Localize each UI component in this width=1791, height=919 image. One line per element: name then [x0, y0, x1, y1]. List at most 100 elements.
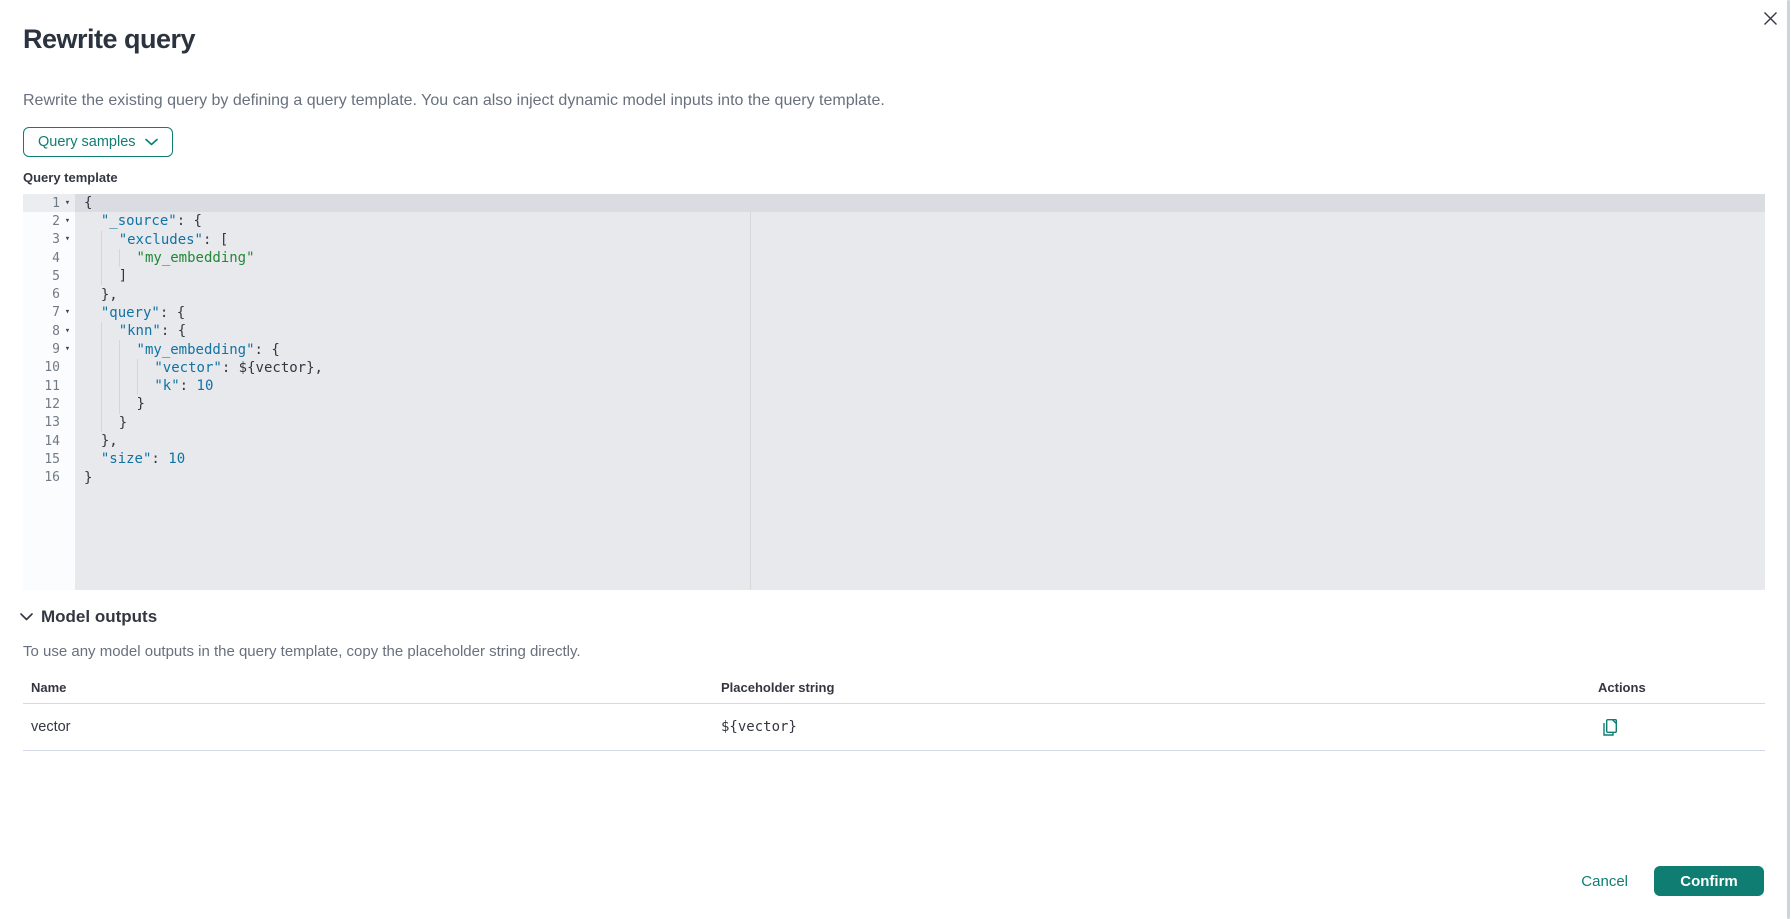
accordion-chevron-down-icon: [20, 613, 33, 621]
code-token: ]: [119, 268, 127, 284]
indent-space: [84, 377, 101, 395]
code-line: 3▾"excludes": [: [23, 231, 1765, 249]
code-token: :: [180, 378, 197, 394]
indent-guide: [101, 267, 119, 285]
line-number: 14: [44, 434, 60, 449]
chevron-down-icon: [145, 138, 158, 146]
table-rows: vector${vector}: [23, 704, 1765, 751]
code-token: :: [151, 451, 168, 467]
cancel-button[interactable]: Cancel: [1581, 873, 1628, 890]
line-number: 15: [44, 452, 60, 467]
code-token: "excludes": [119, 232, 203, 248]
indent-guide: [137, 377, 155, 395]
indent-space: [84, 267, 101, 285]
code-line: 15 "size": 10: [23, 450, 1765, 468]
code-token: "_source": [101, 213, 177, 229]
code-line-content: "my_embedding": {: [75, 340, 1765, 358]
code-token: : {: [177, 213, 202, 229]
line-number: 16: [44, 470, 60, 485]
line-number: 2: [52, 214, 60, 229]
code-token: "query": [101, 305, 160, 321]
code-line: 2▾"_source": {: [23, 212, 1765, 230]
indent-guide: [101, 414, 119, 432]
fold-toggle-icon[interactable]: ▾: [60, 217, 75, 226]
model-output-name: vector: [23, 719, 713, 735]
indent-space: [84, 432, 101, 450]
code-token: 10: [168, 451, 185, 467]
indent-guide: [101, 231, 119, 249]
fold-toggle-icon[interactable]: ▾: [60, 308, 75, 317]
code-line-content: }: [75, 414, 1765, 432]
line-number: 8: [52, 324, 60, 339]
code-line: 9▾"my_embedding": {: [23, 340, 1765, 358]
code-lines: 1▾{2▾"_source": {3▾"excludes": [4"my_emb…: [23, 194, 1765, 487]
close-button[interactable]: [1756, 4, 1784, 32]
code-token: 10: [197, 378, 214, 394]
code-token: "k": [154, 378, 179, 394]
confirm-button[interactable]: Confirm: [1654, 866, 1764, 896]
line-number-cell: 12: [23, 395, 75, 413]
code-line-content: "query": {: [75, 304, 1765, 322]
indent-space: [84, 249, 101, 267]
fold-toggle-icon[interactable]: ▾: [60, 199, 75, 208]
code-token: },: [101, 287, 118, 303]
indent-space: [84, 322, 101, 340]
line-number-cell: 2▾: [23, 212, 75, 230]
indent-guide: [101, 322, 119, 340]
copy-placeholder-button[interactable]: [1598, 715, 1622, 739]
code-line-content: "_source": {: [75, 212, 1765, 230]
line-number-cell: 1▾: [23, 194, 75, 212]
model-outputs-title: Model outputs: [41, 607, 157, 627]
line-number-cell: 14: [23, 432, 75, 450]
placeholder-string: ${vector}: [713, 719, 1590, 735]
fold-toggle-icon[interactable]: ▾: [60, 345, 75, 354]
line-number-cell: 8▾: [23, 322, 75, 340]
code-token: "size": [101, 451, 152, 467]
model-outputs-table: Name Placeholder string Actions vector${…: [23, 672, 1765, 751]
line-number: 9: [52, 342, 60, 357]
indent-space: [84, 285, 101, 303]
code-line: 12}: [23, 395, 1765, 413]
code-token: : {: [160, 305, 185, 321]
indent-space: [84, 304, 101, 322]
close-icon: [1763, 11, 1778, 26]
indent-guide: [119, 249, 137, 267]
line-number: 6: [52, 287, 60, 302]
line-number: 1: [52, 196, 60, 211]
query-template-editor[interactable]: 1▾{2▾"_source": {3▾"excludes": [4"my_emb…: [23, 194, 1765, 590]
indent-space: [84, 340, 101, 358]
indent-space: [84, 450, 101, 468]
line-number: 4: [52, 251, 60, 266]
line-number-cell: 10: [23, 359, 75, 377]
code-line-content: "k": 10: [75, 377, 1765, 395]
indent-space: [84, 231, 101, 249]
modal-description: Rewrite the existing query by defining a…: [23, 92, 885, 110]
indent-space: [84, 414, 101, 432]
indent-guide: [101, 377, 119, 395]
fold-toggle-icon[interactable]: ▾: [60, 327, 75, 336]
column-header-name: Name: [23, 680, 713, 695]
query-samples-button[interactable]: Query samples: [23, 127, 173, 157]
line-number-cell: 13: [23, 414, 75, 432]
actions-cell: [1590, 715, 1765, 739]
code-line-content: }: [75, 468, 1765, 486]
copy-icon: [1602, 718, 1619, 737]
page-scrollbar[interactable]: [1787, 0, 1790, 919]
code-line-content: },: [75, 285, 1765, 303]
line-number-cell: 7▾: [23, 304, 75, 322]
code-line: 7▾"query": {: [23, 304, 1765, 322]
column-header-placeholder: Placeholder string: [713, 680, 1590, 695]
model-outputs-accordion-toggle[interactable]: Model outputs: [20, 607, 157, 627]
fold-toggle-icon[interactable]: ▾: [60, 235, 75, 244]
line-number: 5: [52, 269, 60, 284]
code-token: "knn": [119, 323, 161, 339]
indent-guide: [137, 359, 155, 377]
line-number-cell: 11: [23, 377, 75, 395]
indent-guide: [101, 395, 119, 413]
code-token: {: [84, 195, 92, 211]
code-line-content: "knn": {: [75, 322, 1765, 340]
line-number-cell: 4: [23, 249, 75, 267]
code-line: 14},: [23, 432, 1765, 450]
code-token: : ${vector},: [222, 360, 323, 376]
line-number: 13: [44, 415, 60, 430]
